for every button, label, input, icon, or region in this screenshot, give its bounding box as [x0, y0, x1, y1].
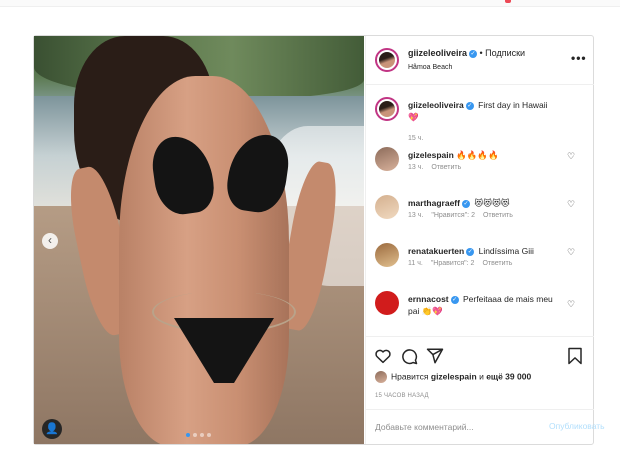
post-photo[interactable]: ‹ 👤	[34, 36, 364, 444]
verified-badge-icon: ✓	[450, 295, 459, 304]
caption-username[interactable]: giizeleoliveira	[408, 100, 464, 110]
comment-time[interactable]: 11 ч.	[408, 260, 423, 267]
carousel-dot	[193, 433, 197, 437]
comment-text: gizelespain 🔥🔥🔥🔥	[408, 149, 566, 161]
comment-meta: 13 ч. "Нравится": 2 Ответить	[408, 212, 521, 219]
commenter-avatar[interactable]	[375, 291, 399, 315]
comment-meta: 13 ч. Ответить	[408, 164, 469, 171]
post-header: giizeleoliveira ✓ • Подписки Hâmoa Beach …	[366, 36, 594, 85]
carousel-indicator	[186, 433, 211, 437]
send-icon[interactable]	[426, 347, 444, 365]
comment-meta: 11 ч. "Нравится": 2 Ответить	[408, 260, 520, 267]
carousel-dot	[200, 433, 204, 437]
comment-body: 😻😻😻😻	[474, 198, 510, 208]
comment-body: Lindíssima Giii	[478, 246, 534, 256]
comment-body: 🔥🔥🔥🔥	[456, 150, 499, 160]
add-comment-row: Опубликовать	[366, 409, 605, 445]
verified-badge-icon: ✓	[461, 199, 470, 208]
comment-text: marthagraeff ✓ 😻😻😻😻	[408, 197, 566, 209]
likes-summary: Нравится gizelespain и ещё 39 000	[375, 371, 531, 383]
top-bar	[0, 0, 620, 7]
post-card: ‹ 👤 giizeleoliveira ✓ • Подписки Hâmoa Be…	[33, 35, 605, 445]
caption-body: First day in Hawaii	[478, 100, 548, 110]
comment-like-heart-icon[interactable]: ♡	[566, 247, 576, 257]
comment-username[interactable]: gizelespain	[408, 150, 454, 160]
bookmark-icon[interactable]	[566, 347, 584, 365]
comment-likes[interactable]: "Нравится": 2	[431, 260, 475, 267]
comment-username[interactable]: marthagraeff	[408, 198, 460, 208]
commenter-avatar[interactable]	[375, 243, 399, 267]
comment-like-heart-icon[interactable]: ♡	[566, 151, 576, 161]
heart-icon[interactable]	[374, 347, 392, 365]
verified-badge-icon: ✓	[465, 101, 474, 110]
caption-time[interactable]: 15 ч.	[408, 135, 423, 142]
comment-time[interactable]: 13 ч.	[408, 212, 423, 219]
post-comment-button[interactable]: Опубликовать	[549, 421, 605, 431]
carousel-dot	[186, 433, 190, 437]
caption-meta: 15 ч.	[408, 135, 431, 142]
comment-text: renatakuerten ✓ Lindíssima Giii	[408, 245, 566, 257]
reply-button[interactable]: Ответить	[431, 164, 461, 171]
tagged-users-button[interactable]: 👤	[42, 419, 62, 439]
author-line: giizeleoliveira ✓ • Подписки	[408, 48, 525, 58]
comment-like-heart-icon[interactable]: ♡	[566, 299, 576, 309]
likes-count[interactable]: ещё 39 000	[486, 371, 531, 381]
previous-image-button[interactable]: ‹	[42, 233, 58, 249]
comment-username[interactable]: renatakuerten	[408, 246, 464, 256]
comment-input[interactable]	[375, 420, 505, 434]
comment-icon[interactable]	[400, 347, 418, 365]
comment-like-heart-icon[interactable]: ♡	[566, 199, 576, 209]
commenter-avatar[interactable]	[375, 147, 399, 171]
likes-prefix: Нравится	[391, 371, 431, 382]
caption-emoji: 💖	[408, 112, 419, 122]
chevron-left-icon: ‹	[48, 233, 52, 247]
following-link[interactable]: • Подписки	[477, 48, 526, 58]
caption-avatar[interactable]	[375, 97, 399, 121]
liker-username[interactable]: gizelespain	[431, 371, 477, 381]
user-icon: 👤	[45, 423, 59, 435]
carousel-dot	[207, 433, 211, 437]
post-timestamp[interactable]: 15 ЧАСОВ НАЗАД	[375, 393, 429, 399]
verified-badge-icon: ✓	[469, 49, 478, 58]
comment-likes[interactable]: "Нравится": 2	[431, 212, 475, 219]
verified-badge-icon: ✓	[466, 247, 475, 256]
reply-button[interactable]: Ответить	[483, 212, 513, 219]
author-avatar[interactable]	[375, 48, 399, 72]
comment-username[interactable]: ernnacost	[408, 294, 449, 304]
author-username[interactable]: giizeleoliveira	[408, 48, 467, 58]
caption-text: giizeleoliveira ✓ First day in Hawaii 💖	[408, 99, 566, 123]
comment-time[interactable]: 13 ч.	[408, 164, 423, 171]
more-options-icon[interactable]: •••	[571, 51, 587, 65]
likes-and: и	[476, 371, 487, 382]
comments-list: giizeleoliveira ✓ First day in Hawaii 💖 1…	[366, 85, 594, 335]
comment-text: ernnacost ✓ Perfeitaaa de mais meu pai 👏💖	[408, 293, 566, 317]
photo-figure	[119, 76, 289, 444]
location-link[interactable]: Hâmoa Beach	[408, 64, 452, 71]
post-sidebar: giizeleoliveira ✓ • Подписки Hâmoa Beach …	[365, 36, 605, 445]
reply-button[interactable]: Ответить	[482, 260, 512, 267]
notification-dot	[505, 0, 511, 3]
liker-avatar	[375, 371, 387, 383]
commenter-avatar[interactable]	[375, 195, 399, 219]
